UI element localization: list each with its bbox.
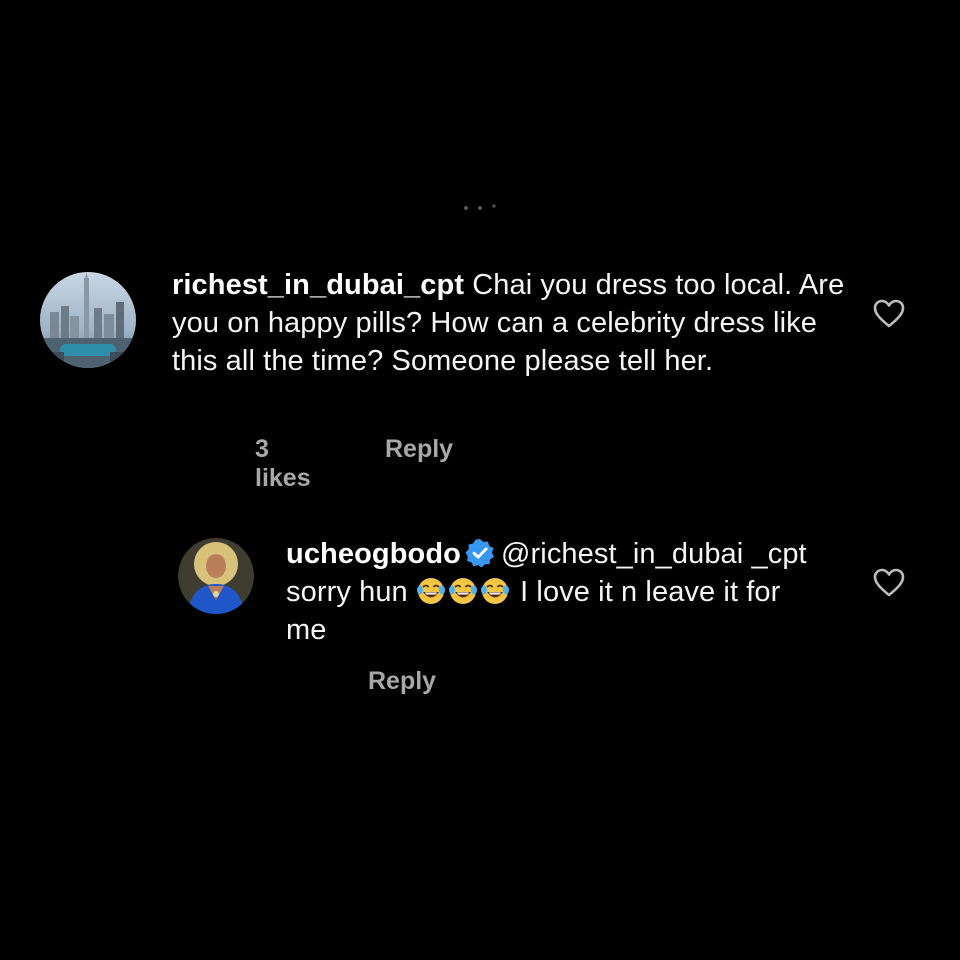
city-skyline-avatar-icon (40, 272, 136, 368)
avatar[interactable] (178, 538, 254, 614)
laughing-tears-emoji-icon (416, 578, 445, 604)
emoji-group (416, 576, 512, 608)
reply-button[interactable]: Reply (385, 435, 453, 464)
laughing-tears-emoji-icon (480, 578, 509, 604)
comment-username[interactable]: ucheogbodo (286, 538, 461, 570)
verified-badge-icon (465, 539, 494, 568)
avatar[interactable] (40, 272, 136, 368)
laughing-tears-emoji-icon (448, 578, 477, 604)
person-blue-outfit-avatar-icon (178, 538, 254, 614)
comment-text: richest_in_dubai_cpt Chai you dress too … (172, 266, 852, 380)
reply-button[interactable]: Reply (368, 667, 436, 696)
heart-icon[interactable] (873, 299, 905, 329)
heart-icon[interactable] (873, 568, 905, 598)
comment-username[interactable]: richest_in_dubai_cpt (172, 269, 464, 301)
likes-count[interactable]: 3 likes (255, 435, 311, 493)
mention-link[interactable]: @richest_in_dubai (501, 538, 743, 570)
loading-dots (464, 204, 496, 210)
comment-text: ucheogbodo @richest_in_dubai _cpt sorry h… (286, 535, 826, 649)
